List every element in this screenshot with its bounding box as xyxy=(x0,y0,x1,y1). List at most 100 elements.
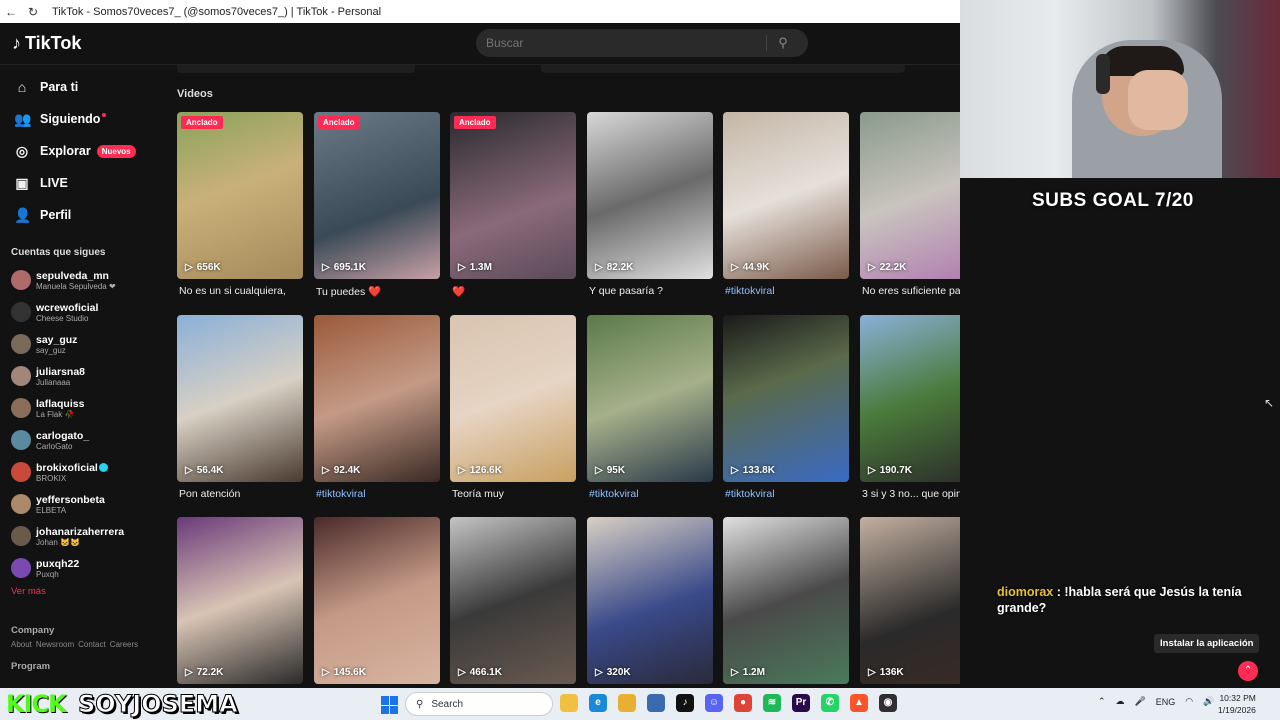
taskbar-search[interactable]: ⚲ Search xyxy=(405,692,553,716)
tiktok-icon[interactable]: ♪ xyxy=(676,694,694,712)
view-count: ▷ 95K xyxy=(595,465,626,476)
video-card[interactable]: Anclado ▷ 695.1K xyxy=(314,112,440,279)
video-card[interactable]: ▷ 133.8K xyxy=(723,315,849,482)
video-card[interactable]: ▷ 82.2K xyxy=(587,112,713,279)
account-name: carlogato_ xyxy=(36,429,90,442)
footer-link[interactable]: Newsroom xyxy=(36,640,74,649)
video-caption[interactable]: #tiktokviral xyxy=(316,488,442,500)
obs-icon[interactable]: ◉ xyxy=(879,694,897,712)
following-account[interactable]: juliarsna8 Julianaaa xyxy=(0,360,165,392)
windows-start-icon[interactable] xyxy=(381,696,399,714)
file-explorer-icon[interactable] xyxy=(560,694,578,712)
sidebar-item-explorar[interactable]: ◎ Explorar Nuevos xyxy=(0,135,165,167)
video-caption[interactable]: ❤️ xyxy=(452,285,578,298)
account-nickname: Puxqh xyxy=(36,569,59,579)
tiktok-app: ♪ TikTok ⚲ ⌂ Para ti 👥 Siguiendo ◎ Explorar Nu… xyxy=(0,23,960,688)
following-account[interactable]: carlogato_ CarloGato xyxy=(0,424,165,456)
premiere-icon[interactable]: Pr xyxy=(792,694,810,712)
brave-icon[interactable]: ▲ xyxy=(850,694,868,712)
video-card[interactable]: ▷ 145.6K xyxy=(314,517,440,684)
taskbar-clock[interactable]: 10:32 PM 1/19/2026 xyxy=(1218,692,1256,716)
avatar xyxy=(11,430,31,450)
play-icon: ▷ xyxy=(595,667,603,678)
video-card[interactable]: Anclado ▷ 1.3M xyxy=(450,112,576,279)
video-card[interactable]: ▷ 1.2M xyxy=(723,517,849,684)
video-caption[interactable]: Tu puedes ❤️ xyxy=(316,285,442,298)
tray-language[interactable]: ENG xyxy=(1156,697,1176,707)
video-caption[interactable]: No eres suficiente para xyxy=(862,285,960,297)
video-card[interactable]: Anclado ▷ 656K xyxy=(177,112,303,279)
sidebar-item-perfil[interactable]: 👤 Perfil xyxy=(0,199,165,231)
video-card[interactable]: ▷ 190.7K xyxy=(860,315,960,482)
tray-cloud-icon[interactable]: ☁ xyxy=(1116,696,1125,707)
whatsapp-icon[interactable]: ✆ xyxy=(821,694,839,712)
footer-program: Program xyxy=(11,661,51,672)
video-card[interactable]: ▷ 136K xyxy=(860,517,960,684)
video-caption[interactable]: Pon atención xyxy=(179,488,305,500)
tray-chevron-icon[interactable]: ⌃ xyxy=(1098,696,1106,707)
discord-icon[interactable]: ☺ xyxy=(705,694,723,712)
video-card[interactable]: ▷ 466.1K xyxy=(450,517,576,684)
sidebar-item-live[interactable]: ▣ LIVE xyxy=(0,167,165,199)
video-caption[interactable]: #tiktokviral xyxy=(725,285,851,297)
tray-volume-icon[interactable]: 🔊 xyxy=(1203,696,1214,707)
search-bar: ⚲ xyxy=(476,29,808,57)
sidebar-item-siguiendo[interactable]: 👥 Siguiendo xyxy=(0,103,165,135)
view-count: ▷ 1.3M xyxy=(458,262,492,273)
following-account[interactable]: wcrewoficial Cheese Studio xyxy=(0,296,165,328)
tiktok-logo[interactable]: ♪ TikTok xyxy=(12,33,81,54)
view-count: ▷ 72.2K xyxy=(185,667,224,678)
following-account[interactable]: johanarizaherrera Johan 🐱🐱 xyxy=(0,520,165,552)
video-card[interactable]: ▷ 56.4K xyxy=(177,315,303,482)
chrome-icon[interactable]: ● xyxy=(734,694,752,712)
video-card[interactable]: ▷ 72.2K xyxy=(177,517,303,684)
following-account[interactable]: sepulveda_mn Manuela Sepulveda ❤ xyxy=(0,264,165,296)
view-count: ▷ 133.8K xyxy=(731,465,775,476)
play-icon: ▷ xyxy=(731,465,739,476)
see-more-link[interactable]: Ver más xyxy=(0,586,165,597)
edge-icon[interactable]: e xyxy=(589,694,607,712)
tiktok-note-icon: ♪ xyxy=(12,33,21,53)
play-icon: ▷ xyxy=(322,667,330,678)
back-icon[interactable]: ← xyxy=(0,5,22,19)
following-account[interactable]: brokixoficial BROKIX xyxy=(0,456,165,488)
video-card[interactable]: ▷ 95K xyxy=(587,315,713,482)
video-caption[interactable]: 3 si y 3 no... que opinan xyxy=(862,488,960,500)
sidebar-item-label: Siguiendo xyxy=(40,112,101,126)
account-nickname: say_guz xyxy=(36,345,66,355)
footer-link[interactable]: About xyxy=(11,640,32,649)
scroll-to-top-button[interactable]: ⌃ xyxy=(1238,661,1258,681)
view-count: ▷ 136K xyxy=(868,667,904,678)
video-caption[interactable]: Teoría muy xyxy=(452,488,578,500)
pinned-badge: Anclado xyxy=(454,116,496,129)
sidebar-item-label: Para ti xyxy=(40,80,79,94)
avatar xyxy=(11,302,31,322)
video-card[interactable]: ▷ 92.4K xyxy=(314,315,440,482)
footer-link[interactable]: Careers xyxy=(110,640,138,649)
footer-link[interactable]: Contact xyxy=(78,640,106,649)
kick-logo: KICK xyxy=(6,690,67,718)
video-card[interactable]: ▷ 126.6K xyxy=(450,315,576,482)
following-account[interactable]: say_guz say_guz xyxy=(0,328,165,360)
following-account[interactable]: puxqh22 Puxqh xyxy=(0,552,165,584)
video-caption[interactable]: No es un si cualquiera, xyxy=(179,285,305,297)
install-app-button[interactable]: Instalar la aplicación xyxy=(1154,634,1260,653)
video-caption[interactable]: #tiktokviral xyxy=(725,488,851,500)
tray-mic-icon[interactable]: 🎤 xyxy=(1135,696,1146,707)
video-card[interactable]: ▷ 44.9K xyxy=(723,112,849,279)
following-account[interactable]: laflaquiss La Flak 🥀 xyxy=(0,392,165,424)
video-card[interactable]: ▷ 22.2K xyxy=(860,112,960,279)
video-caption[interactable]: Y que pasaría ? xyxy=(589,285,715,297)
play-icon: ▷ xyxy=(322,262,330,273)
folder-icon[interactable] xyxy=(618,694,636,712)
tray-wifi-icon[interactable]: ◠ xyxy=(1185,696,1193,707)
following-account[interactable]: yeffersonbeta ELBETA xyxy=(0,488,165,520)
search-input[interactable] xyxy=(476,36,766,50)
store-icon[interactable] xyxy=(647,694,665,712)
video-card[interactable]: ▷ 320K xyxy=(587,517,713,684)
reload-icon[interactable]: ↻ xyxy=(22,5,44,19)
spotify-icon[interactable]: ≋ xyxy=(763,694,781,712)
search-icon[interactable]: ⚲ xyxy=(767,35,799,51)
sidebar-item-para-ti[interactable]: ⌂ Para ti xyxy=(0,71,165,103)
video-caption[interactable]: #tiktokviral xyxy=(589,488,715,500)
